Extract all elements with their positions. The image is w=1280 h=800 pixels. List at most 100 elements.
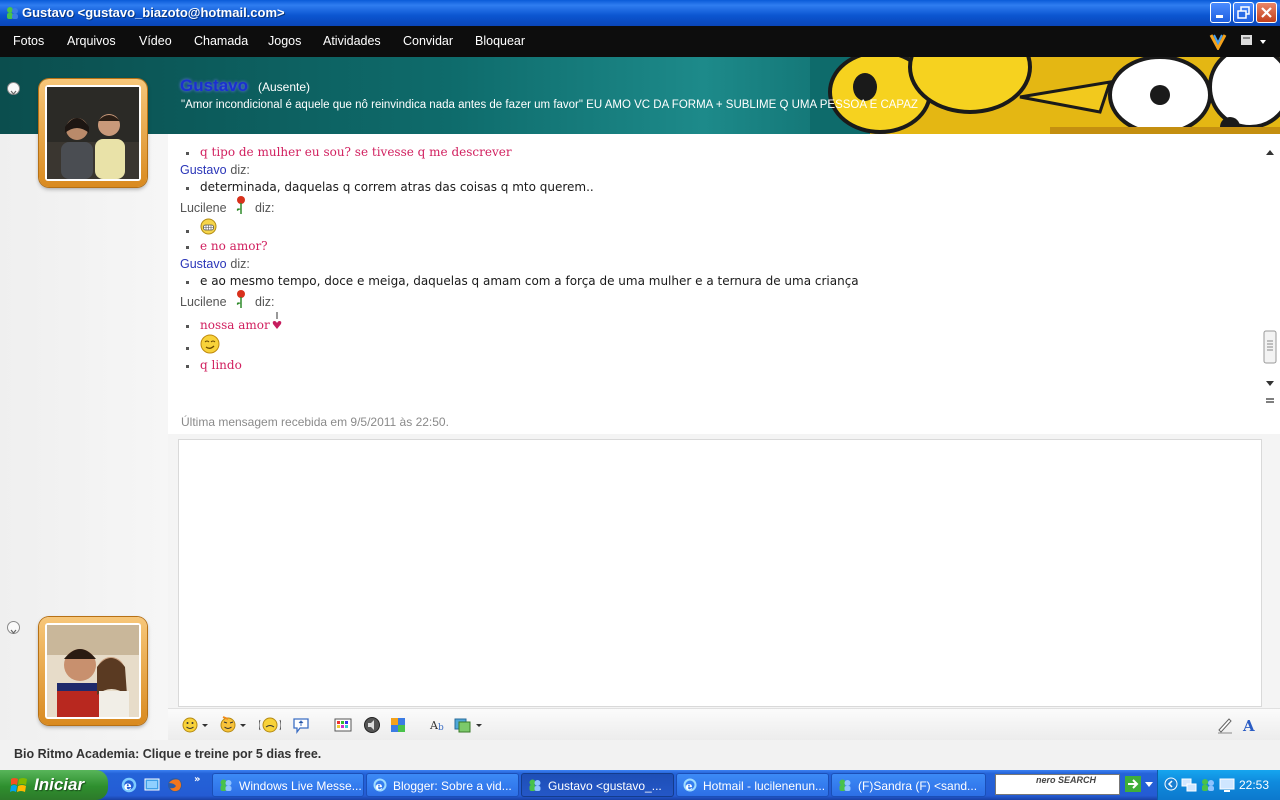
message-text: q tipo de mulher eu sou? se tivesse q me… [200, 145, 512, 159]
show-menu-icon[interactable] [1240, 33, 1268, 49]
ad-bar: Bio Ritmo Academia: Clique e treine por … [0, 740, 1280, 770]
wink-button[interactable] [220, 716, 246, 734]
contact-name[interactable]: Gustavo [180, 76, 248, 96]
contact-avatar[interactable] [39, 79, 147, 187]
menu-convidar[interactable]: Convidar [403, 34, 453, 48]
messenger-logo-icon[interactable] [1209, 32, 1227, 50]
nudge-icon [259, 717, 281, 733]
menu-bar: Fotos Arquivos Vídeo Chamada Jogos Ativi… [0, 26, 1280, 57]
menu-atividades[interactable]: Atividades [323, 34, 381, 48]
cartoon-scene-background [810, 57, 1280, 134]
message-text: q lindo [200, 358, 242, 372]
task-label: Windows Live Messe... [239, 779, 362, 793]
user-avatar[interactable] [39, 617, 147, 725]
menu-video[interactable]: Vídeo [139, 34, 172, 48]
background-icon [334, 718, 352, 732]
search-go-icon[interactable] [1125, 776, 1141, 792]
ie-icon[interactable]: e [121, 777, 137, 793]
clock[interactable]: 22:53 [1239, 778, 1269, 792]
sound-icon [364, 717, 380, 733]
handwriting-button[interactable] [1216, 716, 1234, 734]
bullet [186, 230, 189, 233]
monitor-icon[interactable] [1219, 777, 1235, 793]
task-windows-live-messenger[interactable]: Windows Live Messe... [212, 773, 364, 797]
game-icon [391, 718, 405, 732]
contact-status: (Ausente) [258, 80, 311, 94]
task-label: Gustavo <gustavo_... [548, 779, 662, 793]
sender-name: Lucilene [180, 201, 227, 215]
close-button[interactable] [1256, 2, 1277, 23]
ad-link[interactable]: Bio Ritmo Academia: Clique e treine por … [14, 747, 321, 761]
image-icon [454, 718, 482, 733]
show-desktop-icon[interactable] [144, 777, 160, 793]
scrollbar-graphic [1263, 150, 1277, 403]
task-gustavo-chat[interactable]: Gustavo <gustavo_... [521, 773, 674, 797]
sender-name: Lucilene [180, 295, 227, 309]
task-hotmail[interactable]: e Hotmail - lucilenenun... [676, 773, 829, 797]
heart-icon [272, 312, 282, 329]
chevron-down-icon [10, 629, 17, 634]
nero-search-brand: nero SEARCH [1036, 775, 1097, 785]
network-icon[interactable] [1181, 777, 1197, 793]
quick-launch-more-icon[interactable]: » [194, 774, 200, 785]
voice-clip-icon [293, 718, 309, 734]
maximize-button[interactable] [1233, 2, 1254, 23]
text-mode-button[interactable]: A [1240, 716, 1258, 734]
user-photo [47, 625, 139, 717]
game-button[interactable] [389, 716, 407, 734]
chevron-down-icon [10, 90, 17, 95]
background-button[interactable] [334, 716, 352, 734]
svg-text:e: e [124, 779, 132, 793]
messenger-tray-icon[interactable] [1200, 777, 1216, 793]
menu-arquivos[interactable]: Arquivos [67, 34, 116, 48]
task-blogger[interactable]: e Blogger: Sobre a vid... [366, 773, 519, 797]
start-button[interactable]: Iniciar [0, 770, 108, 800]
bullet [186, 325, 189, 328]
menu-bloquear[interactable]: Bloquear [475, 34, 525, 48]
task-label: (F)Sandra (F) <sand... [858, 779, 978, 793]
voice-clip-button[interactable] [292, 716, 310, 734]
rose-icon [236, 290, 245, 308]
task-sandra-chat[interactable]: (F)Sandra (F) <sand... [831, 773, 986, 797]
font-button[interactable]: Ab [429, 716, 447, 734]
emoticon-button[interactable] [182, 716, 208, 734]
rose-icon [236, 196, 245, 214]
sender-name: Gustavo [180, 257, 227, 271]
message-text: e ao mesmo tempo, doce e meiga, daquelas… [200, 274, 859, 288]
minimize-button[interactable] [1210, 2, 1231, 23]
sender-line: Gustavo diz: [180, 163, 250, 177]
menu-fotos[interactable]: Fotos [13, 34, 44, 48]
sender-line: Gustavo diz: [180, 257, 250, 271]
firefox-icon[interactable] [167, 777, 183, 793]
messenger-icon [529, 779, 541, 791]
chat-scrollbar[interactable] [1262, 146, 1278, 412]
sender-line: Lucilene diz: [180, 196, 274, 215]
menu-chamada[interactable]: Chamada [194, 34, 248, 48]
tray-expand-icon[interactable] [1164, 777, 1178, 791]
taskbar: Iniciar e » Windows Live Messe... e Blog… [0, 770, 1280, 800]
sender-says: diz: [255, 295, 275, 309]
title-bar[interactable]: Gustavo <gustavo_biazoto@hotmail.com> [0, 0, 1280, 26]
ie-icon: e [683, 778, 697, 792]
collapse-user-photo-button[interactable] [7, 621, 20, 634]
collapse-contact-photo-button[interactable] [7, 82, 20, 95]
grin-emoticon [200, 218, 217, 235]
sender-name: Gustavo [180, 163, 227, 177]
nudge-button[interactable] [259, 716, 281, 734]
search-options-icon[interactable] [1145, 782, 1153, 788]
message-input[interactable] [178, 439, 1262, 707]
last-message-info: Última mensagem recebida em 9/5/2011 às … [181, 415, 449, 429]
menu-jogos[interactable]: Jogos [268, 34, 301, 48]
messenger-icon [839, 779, 851, 791]
bullet [186, 246, 189, 249]
smile-emoticon [200, 334, 220, 354]
sound-button[interactable] [363, 716, 381, 734]
contact-photo [47, 87, 139, 179]
nero-search-box[interactable]: nero SEARCH [995, 774, 1120, 795]
sender-says: diz: [230, 257, 250, 271]
bullet [186, 365, 189, 368]
image-button[interactable] [454, 716, 482, 734]
ie-icon: e [373, 778, 387, 792]
input-toolbar: Ab A [168, 708, 1280, 741]
wink-icon [220, 716, 246, 733]
